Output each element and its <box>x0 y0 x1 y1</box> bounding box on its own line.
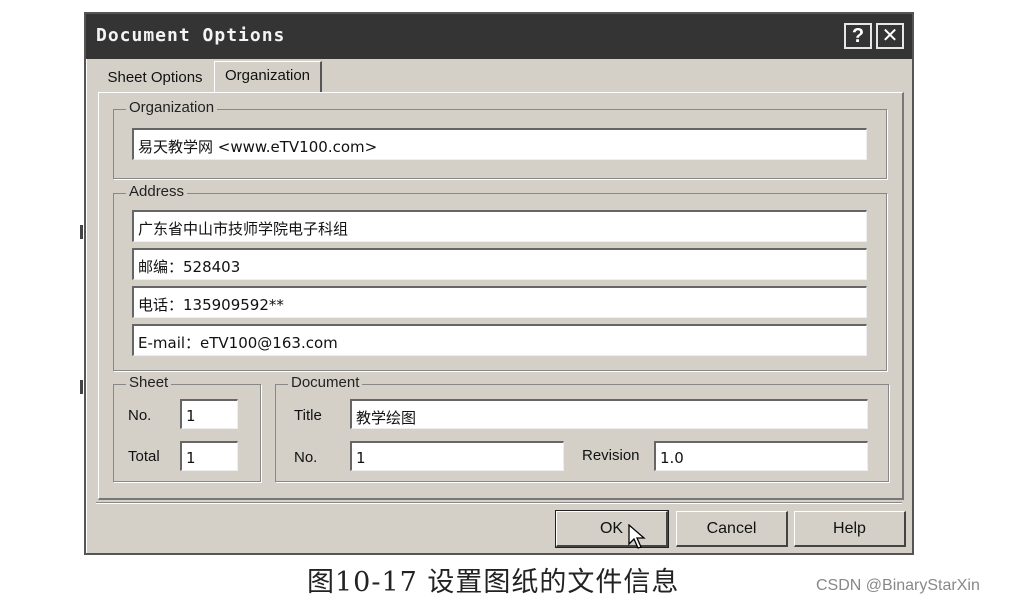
help-title-button[interactable]: ? <box>844 23 872 49</box>
document-title-field[interactable]: 教学绘图 <box>350 399 868 429</box>
organization-tab-panel: Organization 易天教学网 <www.eTV100.com> Addr… <box>98 92 904 500</box>
sheet-group: Sheet No. 1 Total 1 <box>113 374 261 482</box>
tab-organization[interactable]: Organization <box>214 61 322 93</box>
close-button[interactable]: ✕ <box>876 23 904 49</box>
document-options-dialog: Document Options ? ✕ Sheet Options Organ… <box>84 12 914 555</box>
organization-name-field[interactable]: 易天教学网 <www.eTV100.com> <box>132 128 867 160</box>
button-separator <box>96 502 902 504</box>
document-group-label: Document <box>288 374 363 391</box>
document-revision-label: Revision <box>582 447 640 464</box>
mouse-pointer-icon <box>628 524 646 549</box>
organization-group-label: Organization <box>126 99 218 116</box>
document-no-label: No. <box>294 449 318 466</box>
organization-group: Organization 易天教学网 <www.eTV100.com> <box>113 99 887 179</box>
watermark-text: CSDN @BinaryStarXin <box>816 577 980 594</box>
document-group: Document Title 教学绘图 No. 1 Revision 1.0 <box>275 374 889 482</box>
address-line-2-field[interactable]: 邮编：528403 <box>132 248 867 280</box>
document-title-label: Title <box>294 407 322 424</box>
title-bar[interactable]: Document Options ? ✕ <box>86 14 912 59</box>
sheet-group-label: Sheet <box>126 374 172 391</box>
page-edge-mark <box>80 380 83 394</box>
sheet-total-field[interactable]: 1 <box>180 441 238 471</box>
help-button[interactable]: Help <box>794 511 906 547</box>
address-line-4-field[interactable]: E-mail：eTV100@163.com <box>132 324 867 356</box>
address-line-1-field[interactable]: 广东省中山市技师学院电子科组 <box>132 210 867 242</box>
window-title: Document Options <box>96 25 286 46</box>
ok-button[interactable]: OK <box>555 510 669 549</box>
tab-sheet-options[interactable]: Sheet Options <box>98 64 212 92</box>
document-revision-field[interactable]: 1.0 <box>654 441 868 471</box>
ok-button-label: OK <box>599 520 624 537</box>
cancel-button[interactable]: Cancel <box>676 511 788 547</box>
address-group: Address 广东省中山市技师学院电子科组 邮编：528403 电话：1359… <box>113 183 887 371</box>
sheet-no-label: No. <box>128 407 152 424</box>
page-edge-mark <box>80 225 83 239</box>
figure-caption: 图10-17 设置图纸的文件信息 <box>307 567 680 598</box>
sheet-total-label: Total <box>128 448 160 465</box>
address-group-label: Address <box>126 183 188 200</box>
address-line-3-field[interactable]: 电话：135909592** <box>132 286 867 318</box>
document-no-field[interactable]: 1 <box>350 441 564 471</box>
sheet-no-field[interactable]: 1 <box>180 399 238 429</box>
